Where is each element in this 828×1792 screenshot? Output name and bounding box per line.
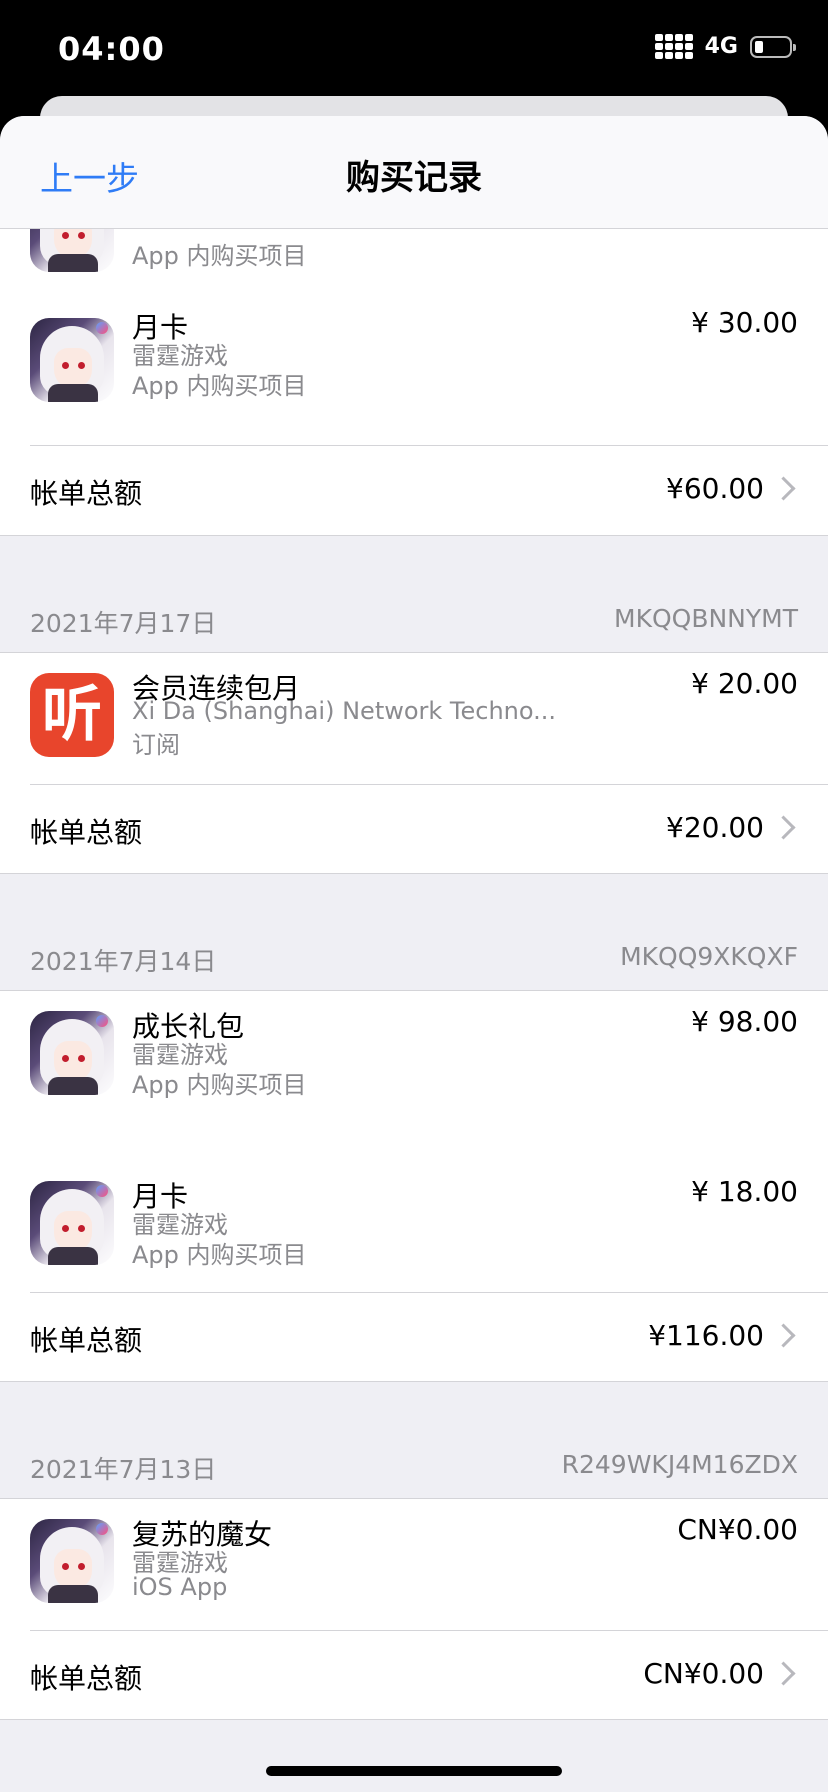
bill-total-label: 帐单总额 (30, 1662, 143, 1695)
order-id: MKQQ9XKQXF (620, 942, 798, 971)
network-type: 4G (704, 34, 738, 59)
purchase-block: 听 会员连续包月 Xi Da (Shanghai) Network Techno… (0, 652, 828, 874)
bill-total-row[interactable]: 帐单总额 ¥60.00 (0, 446, 828, 536)
bill-total-row[interactable]: 帐单总额 CN¥0.00 (0, 1631, 828, 1721)
bill-total-value: ¥20.00 (666, 811, 764, 844)
item-price: ¥ 18.00 (691, 1175, 798, 1208)
list-item[interactable]: 月卡 雷霆游戏 App 内购买项目 ¥ 18.00 (0, 1175, 828, 1307)
status-bar: 04:00 4G (0, 0, 828, 100)
list-item[interactable]: 复苏的魔女 雷霆游戏 iOS App CN¥0.00 (0, 1513, 828, 1645)
bill-total-row[interactable]: 帐单总额 ¥20.00 (0, 785, 828, 875)
item-price: ¥ 30.00 (691, 306, 798, 339)
game-app-icon (30, 1519, 114, 1603)
navigation-bar: 上一步 购买记录 (0, 116, 828, 229)
game-app-icon (30, 1011, 114, 1095)
bill-total-label: 帐单总额 (30, 477, 143, 510)
section-header: 2021年7月17日 MKQQBNNYMT (0, 586, 828, 646)
item-type: App 内购买项目 (132, 372, 307, 400)
purchase-date: 2021年7月17日 (30, 609, 217, 638)
section-header: 2021年7月14日 MKQQ9XKQXF (0, 924, 828, 984)
list-item[interactable]: 成长礼包 雷霆游戏 App 内购买项目 ¥ 98.00 (0, 1005, 828, 1137)
chevron-right-icon (771, 476, 796, 501)
game-app-icon (30, 1181, 114, 1265)
ting-app-icon: 听 (30, 673, 114, 757)
list-item[interactable]: 月卡 雷霆游戏 App 内购买项目 ¥ 30.00 (0, 306, 828, 438)
bill-total-value: ¥60.00 (666, 472, 764, 505)
home-indicator[interactable] (266, 1766, 562, 1776)
item-developer: Xi Da (Shanghai) Network Techno... (132, 697, 557, 725)
item-type: App 内购买项目 (132, 1071, 307, 1099)
order-id: R249WKJ4M16ZDX (561, 1450, 798, 1479)
item-price: ¥ 98.00 (691, 1005, 798, 1038)
cellular-signal-icon (654, 34, 693, 59)
chevron-right-icon (771, 1323, 796, 1348)
bill-total-row[interactable]: 帐单总额 ¥116.00 (0, 1293, 828, 1383)
item-price: ¥ 20.00 (691, 667, 798, 700)
page-title: 购买记录 (346, 158, 482, 198)
bill-total-label: 帐单总额 (30, 1324, 143, 1357)
status-time: 04:00 (58, 30, 165, 68)
battery-icon (750, 35, 796, 58)
bill-total-value: ¥116.00 (648, 1319, 764, 1352)
item-type: iOS App (132, 1573, 228, 1601)
item-type: 订阅 (132, 731, 180, 759)
purchase-date: 2021年7月13日 (30, 1455, 217, 1484)
chevron-right-icon (771, 1661, 796, 1686)
purchase-block: 成长礼包 雷霆游戏 App 内购买项目 ¥ 98.00 月卡 雷霆游戏 App … (0, 990, 828, 1382)
list-item[interactable]: 听 会员连续包月 Xi Da (Shanghai) Network Techno… (0, 667, 828, 799)
bill-total-value: CN¥0.00 (643, 1657, 764, 1690)
status-indicators: 4G (654, 34, 796, 59)
item-type: App 内购买项目 (132, 1241, 307, 1269)
game-app-icon (30, 318, 114, 402)
chevron-right-icon (771, 815, 796, 840)
order-id: MKQQBNNYMT (614, 604, 798, 633)
purchase-history-sheet: 上一步 购买记录 App 内购买项目 月卡 雷霆游戏 App 内购买项目 ¥ 3… (0, 116, 828, 1792)
purchase-block: 复苏的魔女 雷霆游戏 iOS App CN¥0.00 帐单总额 CN¥0.00 (0, 1498, 828, 1720)
section-header: 2021年7月13日 R249WKJ4M16ZDX (0, 1432, 828, 1492)
bill-total-label: 帐单总额 (30, 816, 143, 849)
item-type: App 内购买项目 (132, 242, 307, 270)
item-price: CN¥0.00 (677, 1513, 798, 1546)
purchase-date: 2021年7月14日 (30, 947, 217, 976)
